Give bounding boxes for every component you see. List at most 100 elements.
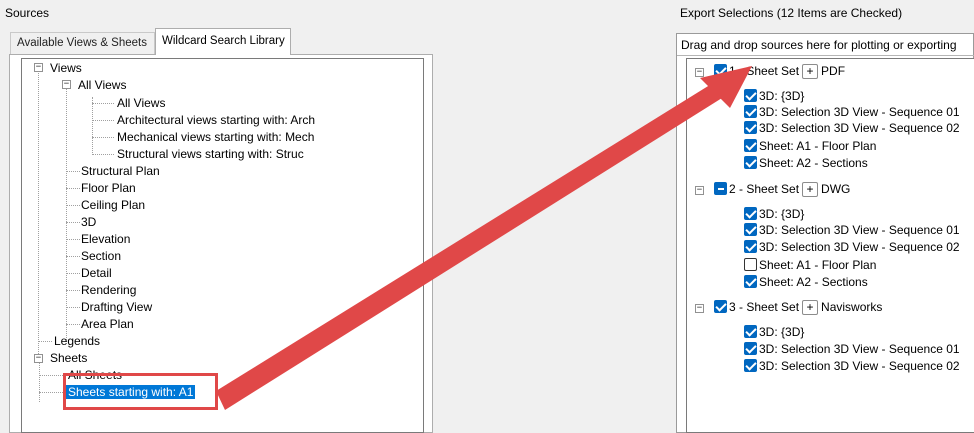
sheet-set-1-checkbox[interactable] [714, 64, 727, 77]
collapse-set-3-icon[interactable]: − [695, 304, 704, 313]
set-2-item[interactable]: 3D: {3D} [744, 206, 804, 222]
tab-available-views-sheets[interactable]: Available Views & Sheets [10, 32, 155, 54]
tree-node-ceiling-plan[interactable]: Ceiling Plan [81, 198, 145, 212]
item-label: Sheet: A1 - Floor Plan [759, 139, 877, 153]
tree-line [66, 256, 80, 257]
tree-node-rendering[interactable]: Rendering [81, 283, 136, 297]
collapse-set-2-icon[interactable]: − [695, 186, 704, 195]
set-3-item[interactable]: 3D: Selection 3D View - Sequence 02 [744, 358, 960, 374]
export-selections-label: Export Selections (12 Items are Checked) [680, 6, 903, 20]
item-checkbox[interactable] [744, 325, 757, 338]
tree-line [66, 222, 80, 223]
sheet-set-2-row[interactable]: − 2 - Sheet Set + DWG [695, 181, 850, 197]
tree-node-views[interactable]: Views [50, 61, 82, 75]
item-checkbox[interactable] [744, 89, 757, 102]
tree-node-all-views[interactable]: All Views [117, 96, 165, 110]
tree-node-architectural-views[interactable]: Architectural views starting with: Arch [117, 113, 315, 127]
tree-node-3d[interactable]: 3D [81, 215, 96, 229]
set-2-item[interactable]: 3D: Selection 3D View - Sequence 02 [744, 239, 960, 255]
set-2-item[interactable]: Sheet: A2 - Sections [744, 274, 868, 290]
sources-label: Sources [5, 6, 50, 20]
set-1-item[interactable]: 3D: Selection 3D View - Sequence 01 [744, 104, 960, 120]
tree-node-all-views-group[interactable]: All Views [78, 78, 126, 92]
sheet-set-3-row[interactable]: − 3 - Sheet Set + Navisworks [695, 299, 882, 315]
add-format-button[interactable]: + [802, 182, 819, 197]
item-checkbox[interactable] [744, 342, 757, 355]
tree-node-elevation[interactable]: Elevation [81, 232, 130, 246]
set-3-item[interactable]: 3D: {3D} [744, 324, 804, 340]
collapse-sheets-icon[interactable]: − [34, 354, 43, 363]
item-checkbox[interactable] [744, 121, 757, 134]
add-format-button[interactable]: + [802, 64, 819, 79]
tree-line [92, 154, 114, 155]
item-checkbox[interactable] [744, 275, 757, 288]
tree-line [38, 341, 52, 342]
item-label: 3D: Selection 3D View - Sequence 01 [759, 105, 960, 119]
item-checkbox[interactable] [744, 156, 757, 169]
drop-hint-text: Drag and drop sources here for plotting … [681, 38, 957, 52]
tree-node-legends[interactable]: Legends [54, 334, 100, 348]
item-label: 3D: {3D} [759, 89, 805, 103]
item-label: Sheet: A2 - Sections [759, 156, 868, 170]
tree-line [38, 73, 39, 358]
tree-node-drafting-view[interactable]: Drafting View [81, 300, 152, 314]
set-2-item[interactable]: 3D: Selection 3D View - Sequence 01 [744, 222, 960, 238]
item-label: 3D: Selection 3D View - Sequence 01 [759, 342, 960, 356]
tree-node-sheets[interactable]: Sheets [50, 351, 87, 365]
item-label: 3D: Selection 3D View - Sequence 02 [759, 240, 960, 254]
divider [677, 55, 974, 56]
tree-line [66, 188, 80, 189]
tree-line [66, 239, 80, 240]
tree-line [39, 360, 40, 402]
item-checkbox[interactable] [744, 207, 757, 220]
item-checkbox[interactable] [744, 258, 757, 271]
set-1-item[interactable]: 3D: {3D} [744, 88, 804, 104]
tree-line [66, 205, 80, 206]
tree-line [66, 273, 80, 274]
tree-line [66, 307, 80, 308]
tree-line [66, 89, 67, 344]
tree-line [92, 120, 114, 121]
add-format-button[interactable]: + [802, 300, 819, 315]
item-checkbox[interactable] [744, 359, 757, 372]
collapse-all-views-icon[interactable]: − [62, 80, 71, 89]
annotation-highlight-box [63, 373, 218, 410]
sheet-set-1-format: PDF [821, 64, 846, 78]
item-label: Sheet: A2 - Sections [759, 275, 868, 289]
set-3-item[interactable]: 3D: Selection 3D View - Sequence 01 [744, 341, 960, 357]
tree-node-floor-plan[interactable]: Floor Plan [81, 181, 136, 195]
tree-line [66, 290, 80, 291]
item-checkbox[interactable] [744, 105, 757, 118]
item-label: 3D: Selection 3D View - Sequence 02 [759, 121, 960, 135]
tree-line [92, 97, 93, 155]
tree-line [92, 137, 114, 138]
tree-node-structural-plan[interactable]: Structural Plan [81, 164, 160, 178]
tree-node-section[interactable]: Section [81, 249, 121, 263]
item-checkbox[interactable] [744, 240, 757, 253]
item-label: Sheet: A1 - Floor Plan [759, 258, 877, 272]
tree-line [39, 375, 65, 376]
tree-node-structural-views[interactable]: Structural views starting with: Struc [117, 147, 304, 161]
collapse-views-icon[interactable]: − [34, 63, 43, 72]
sheet-set-3-checkbox[interactable] [714, 300, 727, 313]
collapse-set-1-icon[interactable]: − [695, 68, 704, 77]
sheet-set-3-format: Navisworks [821, 300, 883, 314]
tree-line [66, 324, 80, 325]
tree-line [66, 171, 80, 172]
sheet-set-3-label: 3 - Sheet Set [729, 300, 800, 314]
tree-node-mechanical-views[interactable]: Mechanical views starting with: Mech [117, 130, 314, 144]
item-label: 3D: Selection 3D View - Sequence 02 [759, 359, 960, 373]
item-checkbox[interactable] [744, 139, 757, 152]
set-1-item[interactable]: 3D: Selection 3D View - Sequence 02 [744, 120, 960, 136]
tree-node-detail[interactable]: Detail [81, 266, 112, 280]
item-label: 3D: {3D} [759, 207, 805, 221]
tree-node-area-plan[interactable]: Area Plan [81, 317, 134, 331]
sheet-set-2-label: 2 - Sheet Set [729, 182, 800, 196]
set-1-item[interactable]: Sheet: A1 - Floor Plan [744, 138, 876, 154]
sheet-set-2-checkbox[interactable] [714, 182, 727, 195]
set-1-item[interactable]: Sheet: A2 - Sections [744, 155, 868, 171]
tab-wildcard-search-library[interactable]: Wildcard Search Library [155, 28, 291, 55]
sheet-set-1-row[interactable]: − 1 - Sheet Set + PDF [695, 63, 845, 79]
item-checkbox[interactable] [744, 223, 757, 236]
set-2-item[interactable]: Sheet: A1 - Floor Plan [744, 257, 876, 273]
